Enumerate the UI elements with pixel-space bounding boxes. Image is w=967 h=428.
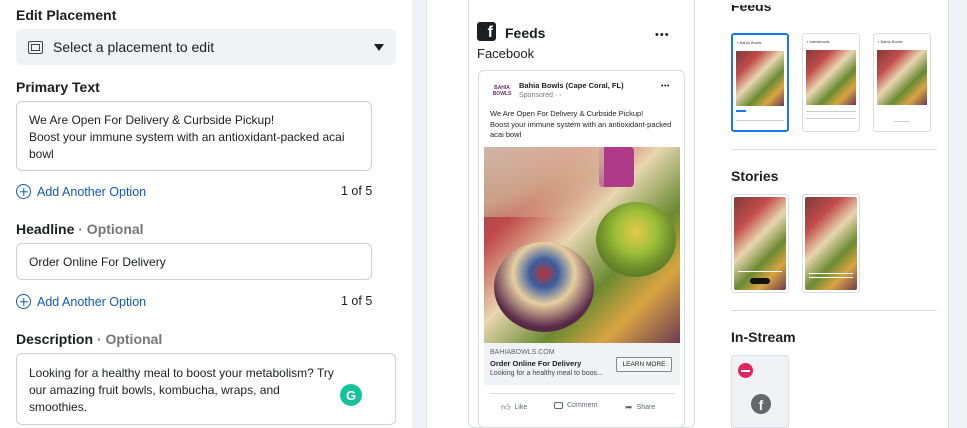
globe-icon: ◦ — [559, 92, 562, 99]
stories-thumb-1[interactable] — [731, 194, 789, 293]
page-avatar: BAHIA BOWLS — [488, 79, 516, 103]
stories-heading: Stories — [731, 168, 779, 184]
headline-optional: · Optional — [78, 221, 144, 237]
edit-placement-label: Edit Placement — [16, 7, 117, 23]
feeds-thumb-2[interactable]: ▪ bahiabowls — [802, 33, 860, 132]
instream-heading: In-Stream — [731, 329, 796, 345]
post-more-icon[interactable]: ••• — [661, 83, 670, 90]
thumbs-up-icon: 👍︎ — [501, 402, 511, 412]
description-optional: · Optional — [96, 331, 163, 347]
preview-title: Feeds — [505, 25, 546, 41]
facebook-circle-icon: f — [751, 394, 771, 414]
page-name[interactable]: Bahia Bowls (Cape Coral, FL) — [519, 81, 624, 90]
share-button[interactable]: ➦ Share — [625, 402, 655, 413]
add-option-label-2: Add Another Option — [37, 294, 147, 309]
description-value: Looking for a healthy meal to boost your… — [29, 366, 334, 414]
link-description: Looking for a healthy meal to boos... — [490, 370, 603, 377]
feeds-thumb-1[interactable]: ▪ Bahia Bowls — [731, 33, 789, 132]
caret-down-icon — [374, 43, 384, 51]
primary-text-field[interactable]: We Are Open For Delivery & Curbside Pick… — [16, 101, 372, 171]
link-headline: Order Online For Delivery — [490, 359, 582, 368]
stories-thumb-2[interactable] — [802, 194, 860, 293]
monitor-icon — [28, 40, 43, 54]
sponsored-text: Sponsored · — [519, 92, 560, 99]
divider-stories — [731, 310, 937, 311]
post-card: BAHIA BOWLS Bahia Bowls (Cape Coral, FL)… — [478, 70, 685, 428]
comment-label: Comment — [567, 402, 598, 409]
option-count-1: 1 of 5 — [341, 184, 373, 198]
preview-subtitle: Facebook — [477, 46, 535, 61]
plus-circle-icon — [16, 294, 31, 309]
headline-field[interactable]: Order Online For Delivery — [16, 243, 372, 280]
page-logo: BAHIA BOWLS — [492, 85, 512, 97]
post-image[interactable] — [484, 147, 680, 343]
description-label-text: Description — [16, 331, 94, 347]
comment-icon — [554, 402, 563, 409]
plus-circle-icon — [16, 184, 31, 199]
description-label: Description · Optional — [16, 331, 162, 347]
headline-label-text: Headline — [16, 221, 75, 237]
placement-select-label: Select a placement to edit — [53, 39, 215, 55]
primary-text-label: Primary Text — [16, 79, 100, 95]
post-text: We Are Open For Delivery & Curbside Pick… — [490, 109, 672, 139]
grammarly-icon[interactable]: G — [340, 384, 362, 406]
facebook-icon: f — [477, 22, 496, 41]
not-supported-icon — [738, 363, 753, 378]
sponsored-label: Sponsored · ◦ — [519, 92, 562, 99]
placement-select[interactable]: Select a placement to edit — [16, 29, 396, 65]
share-icon: ➦ — [625, 402, 633, 412]
divider-feeds — [731, 149, 937, 150]
like-button[interactable]: 👍︎ Like — [501, 402, 527, 413]
comment-button[interactable]: Comment — [554, 402, 597, 409]
cta-button[interactable]: LEARN MORE — [616, 357, 672, 372]
link-domain: BAHIABOWLS.COM — [490, 349, 555, 356]
feeds-thumb-3[interactable]: ▪ Bahia Bowls — [873, 33, 931, 132]
headline-label: Headline · Optional — [16, 221, 144, 237]
feeds-heading: Feeds — [731, 5, 772, 13]
option-count-2: 1 of 5 — [341, 294, 373, 308]
description-field[interactable]: Looking for a healthy meal to boost your… — [16, 353, 396, 425]
preview-more-icon[interactable]: ••• — [655, 30, 670, 41]
share-label: Share — [636, 404, 656, 411]
add-option-label-1: Add Another Option — [37, 184, 147, 199]
like-label: Like — [514, 404, 528, 411]
instream-thumb[interactable]: f — [731, 355, 789, 428]
add-option-button-1[interactable]: Add Another Option — [16, 184, 146, 199]
add-option-button-2[interactable]: Add Another Option — [16, 294, 146, 309]
reaction-divider — [490, 393, 675, 394]
